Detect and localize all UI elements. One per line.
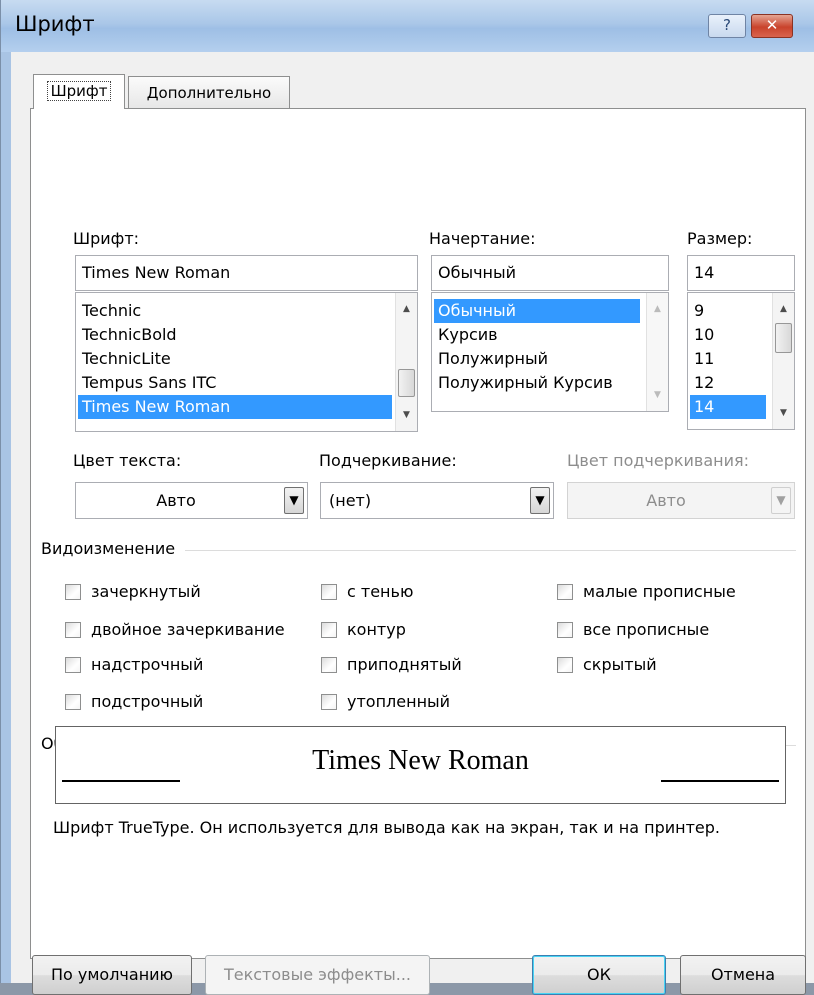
checkbox-box[interactable]: [557, 622, 573, 638]
sample-baseline-left: [62, 780, 180, 782]
size-input[interactable]: 14: [687, 255, 795, 291]
list-item[interactable]: 11: [690, 347, 714, 371]
list-item[interactable]: TechnicBold: [78, 323, 177, 347]
size-label: Размер:: [687, 229, 753, 248]
list-item[interactable]: Tempus Sans ITC: [78, 371, 216, 395]
list-item[interactable]: Курсив: [434, 323, 498, 347]
sample-text: Times New Roman: [312, 745, 529, 776]
checkbox-box[interactable]: [65, 584, 81, 600]
list-item-selected[interactable]: Обычный: [434, 299, 640, 323]
close-icon: ✕: [765, 16, 779, 34]
list-item-selected[interactable]: Times New Roman: [78, 395, 392, 419]
window-title: Шрифт: [15, 12, 95, 36]
list-item[interactable]: Полужирный Курсив: [434, 371, 613, 395]
list-item[interactable]: Technic: [78, 299, 141, 323]
size-listbox[interactable]: 9 10 11 12 14 ▲ ▼: [687, 292, 795, 430]
text-color-label: Цвет текста:: [73, 451, 182, 470]
text-effects-button: Текстовые эффекты...: [205, 955, 430, 995]
cancel-button[interactable]: Отмена: [680, 955, 806, 995]
list-item[interactable]: TechnicLite: [78, 347, 171, 371]
underline-value: (нет): [329, 491, 372, 510]
size-list-scrollbar[interactable]: ▲ ▼: [772, 293, 794, 429]
checkbox-box[interactable]: [65, 657, 81, 673]
effects-title: Видоизменение: [41, 539, 186, 558]
help-icon: ?: [723, 16, 731, 34]
sample-baseline-right: [661, 780, 779, 782]
font-list-scrollbar[interactable]: ▲ ▼: [395, 293, 417, 431]
scroll-down-icon[interactable]: ▼: [396, 405, 417, 425]
list-item[interactable]: 10: [690, 323, 714, 347]
underline-color-dropdown: Авто ▼: [567, 482, 795, 519]
underline-color-value: Авто: [646, 491, 686, 510]
scroll-up-icon[interactable]: ▲: [773, 299, 794, 319]
checkbox-box[interactable]: [557, 657, 573, 673]
ok-button[interactable]: ОК: [532, 955, 666, 995]
help-button[interactable]: ?: [708, 14, 746, 38]
scroll-thumb[interactable]: [398, 369, 415, 397]
scroll-up-icon[interactable]: ▲: [396, 299, 417, 319]
checkbox-box[interactable]: [557, 584, 573, 600]
text-color-dropdown[interactable]: Авто ▼: [75, 482, 308, 519]
list-item-selected[interactable]: 14: [690, 395, 766, 419]
tab-font[interactable]: Шрифт: [33, 74, 125, 109]
font-listbox[interactable]: Technic TechnicBold TechnicLite Tempus S…: [75, 292, 418, 432]
scroll-up-icon[interactable]: ▲: [647, 299, 668, 319]
chevron-down-icon: ▼: [771, 487, 791, 514]
font-dialog: Шрифт ? ✕ Шрифт Дополнительно Шрифт: Tim…: [0, 0, 814, 995]
style-listbox[interactable]: Обычный Курсив Полужирный Полужирный Кур…: [431, 292, 669, 412]
close-button[interactable]: ✕: [751, 14, 793, 38]
chevron-down-icon[interactable]: ▼: [530, 487, 550, 514]
set-default-button[interactable]: По умолчанию: [32, 955, 192, 995]
font-input[interactable]: Times New Roman: [75, 255, 418, 291]
checkbox-box[interactable]: [321, 584, 337, 600]
checkbox-box[interactable]: [321, 622, 337, 638]
list-item[interactable]: 12: [690, 371, 714, 395]
scroll-down-icon[interactable]: ▼: [647, 385, 668, 405]
text-color-value: Авто: [156, 491, 196, 510]
sample-preview: Times New Roman: [55, 726, 786, 804]
title-bar[interactable]: Шрифт ? ✕: [1, 0, 814, 52]
list-item[interactable]: 9: [690, 299, 704, 323]
font-label: Шрифт:: [73, 229, 140, 248]
scroll-down-icon[interactable]: ▼: [773, 403, 794, 423]
font-description: Шрифт TrueType. Он используется для выво…: [53, 818, 720, 837]
tab-font-label: Шрифт: [46, 81, 112, 101]
checkbox-box[interactable]: [65, 622, 81, 638]
underline-dropdown[interactable]: (нет) ▼: [320, 482, 554, 519]
style-label: Начертание:: [429, 229, 536, 248]
tab-advanced-label: Дополнительно: [146, 84, 272, 102]
tab-advanced[interactable]: Дополнительно: [128, 76, 290, 109]
underline-color-label: Цвет подчеркивания:: [567, 451, 750, 470]
chevron-down-icon[interactable]: ▼: [284, 487, 304, 514]
checkbox-box[interactable]: [321, 694, 337, 710]
checkbox-box[interactable]: [65, 694, 81, 710]
checkbox-box[interactable]: [321, 657, 337, 673]
style-input[interactable]: Обычный: [431, 255, 669, 291]
list-item[interactable]: Полужирный: [434, 347, 548, 371]
style-list-scrollbar[interactable]: ▲ ▼: [646, 293, 668, 411]
dialog-client: Шрифт Дополнительно Шрифт: Times New Rom…: [11, 52, 814, 995]
underline-label: Подчеркивание:: [319, 451, 457, 470]
scroll-thumb[interactable]: [775, 323, 792, 353]
